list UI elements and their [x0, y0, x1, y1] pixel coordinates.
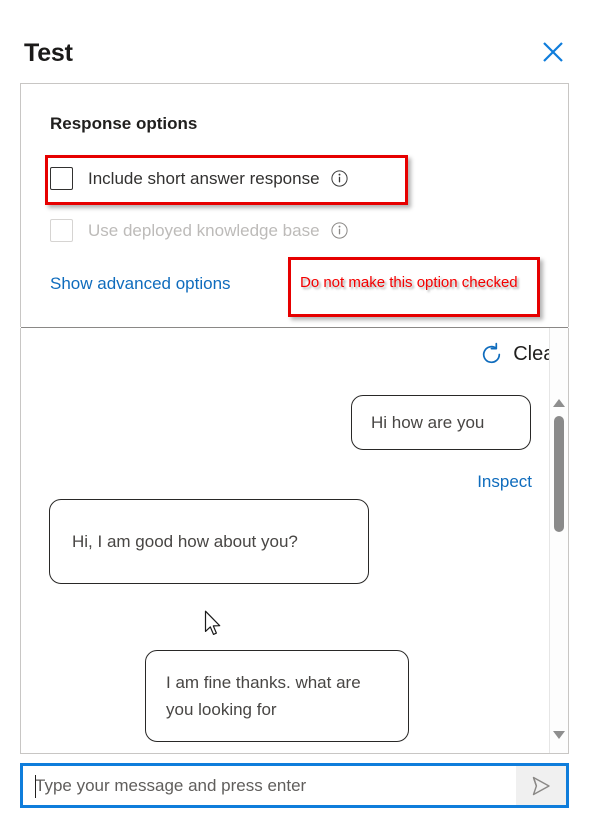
close-button[interactable] [537, 36, 569, 68]
show-advanced-options-link[interactable]: Show advanced options [50, 274, 231, 294]
refresh-icon [479, 342, 504, 367]
annotation-checkbox-highlight [45, 155, 408, 205]
info-icon[interactable] [330, 222, 348, 239]
checkbox-use-deployed-knowledge-base [50, 219, 73, 242]
message-bubble-user: Hi how are you [351, 395, 531, 450]
option-label-use-deployed-knowledge-base: Use deployed knowledge base [88, 220, 320, 240]
scrollbar-thumb[interactable] [554, 416, 564, 532]
annotation-instruction-note: Do not make this option checked [288, 257, 540, 317]
annotation-note-text: Do not make this option checked [300, 274, 518, 291]
inspect-link[interactable]: Inspect [460, 472, 532, 492]
dialog-header: Test [0, 0, 591, 83]
option-row-use-deployed-knowledge-base: Use deployed knowledge base [50, 219, 348, 242]
message-composer[interactable] [20, 763, 569, 808]
text-caret [35, 775, 36, 798]
chat-panel: Clear Hi how are you Inspect Hi, I am go… [20, 328, 569, 754]
message-input[interactable] [23, 766, 516, 805]
chat-scrollbar[interactable] [549, 328, 568, 753]
chevron-up-icon [553, 399, 565, 407]
section-title: Response options [50, 114, 198, 133]
page-title: Test [24, 39, 73, 67]
scroll-down-button[interactable] [550, 726, 568, 744]
message-bubble-user: I am fine thanks. what are you looking f… [145, 650, 409, 742]
send-button[interactable] [516, 766, 566, 805]
scroll-up-button[interactable] [550, 394, 568, 412]
message-list: Hi how are you Inspect Hi, I am good how… [21, 386, 549, 753]
send-icon [528, 773, 554, 799]
close-icon [541, 40, 565, 64]
message-bubble-bot: Hi, I am good how about you? [49, 499, 369, 584]
chevron-down-icon [553, 731, 565, 739]
